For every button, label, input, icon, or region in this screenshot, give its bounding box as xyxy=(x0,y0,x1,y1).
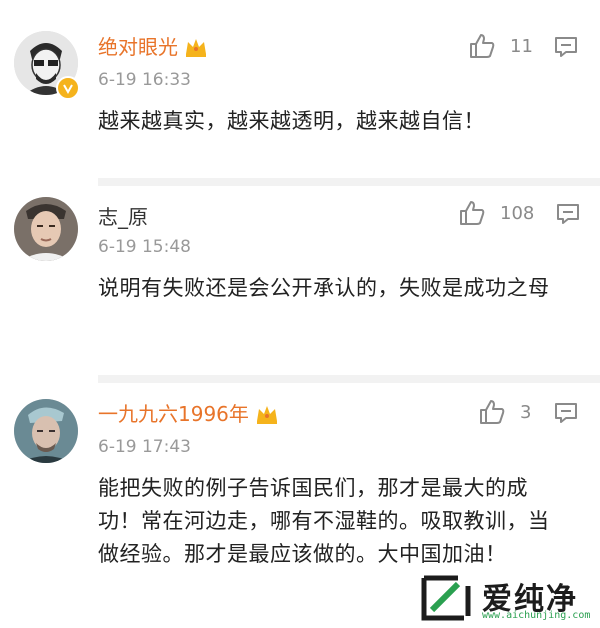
brand-logo-icon xyxy=(421,575,471,621)
comment-text: 说明有失败还是会公开承认的，失败是成功之母 xyxy=(98,276,550,300)
thumbs-up-icon xyxy=(470,34,495,58)
username-text[interactable]: 绝对眼光 xyxy=(98,34,178,60)
reply-icon[interactable] xyxy=(554,402,578,424)
comment-item: 志_原 6-19 15:48 说明有失败还是会公开承认的，失败是成功之母 108 xyxy=(0,186,600,372)
vip-crown-icon xyxy=(256,406,277,424)
username[interactable]: 志_原 xyxy=(98,204,148,230)
comment-time: 6-19 15:48 xyxy=(98,237,191,257)
comment-time: 6-19 17:43 xyxy=(98,437,191,457)
avatar[interactable] xyxy=(14,197,78,261)
divider xyxy=(98,375,600,383)
comment-item: 绝对眼光 6-19 16:33 越来越真实，越来越透明，越来越自信！ 11 xyxy=(0,0,600,180)
thumbs-up-icon xyxy=(460,201,485,225)
like-button[interactable]: 3 xyxy=(478,399,531,425)
brand-url: www.aichunjing.com xyxy=(482,610,591,621)
verified-badge-icon xyxy=(56,76,80,100)
reply-icon[interactable] xyxy=(554,36,578,58)
like-button[interactable]: 11 xyxy=(468,33,533,59)
username[interactable]: 一九九六1996年 xyxy=(98,401,279,427)
username[interactable]: 绝对眼光 xyxy=(98,34,208,60)
reply-icon[interactable] xyxy=(556,203,580,225)
like-count: 3 xyxy=(520,401,532,423)
watermark: 爱纯净 www.aichunjing.com xyxy=(400,568,600,628)
username-text[interactable]: 一九九六1996年 xyxy=(98,401,249,427)
divider xyxy=(98,178,600,186)
like-button[interactable]: 108 xyxy=(458,200,534,226)
thumbs-up-icon xyxy=(480,400,505,424)
username-text[interactable]: 志_原 xyxy=(98,204,148,230)
comment-text: 越来越真实，越来越透明，越来越自信！ xyxy=(98,109,485,133)
comment-text: 能把失败的例子告诉国民们，那才是最大的成功！常在河边走，哪有不湿鞋的。吸取教训，… xyxy=(98,476,550,566)
like-count: 108 xyxy=(500,202,535,224)
vip-crown-icon xyxy=(186,39,206,57)
avatar[interactable] xyxy=(14,399,78,463)
comment-time: 6-19 16:33 xyxy=(98,70,191,90)
like-count: 11 xyxy=(510,35,533,57)
